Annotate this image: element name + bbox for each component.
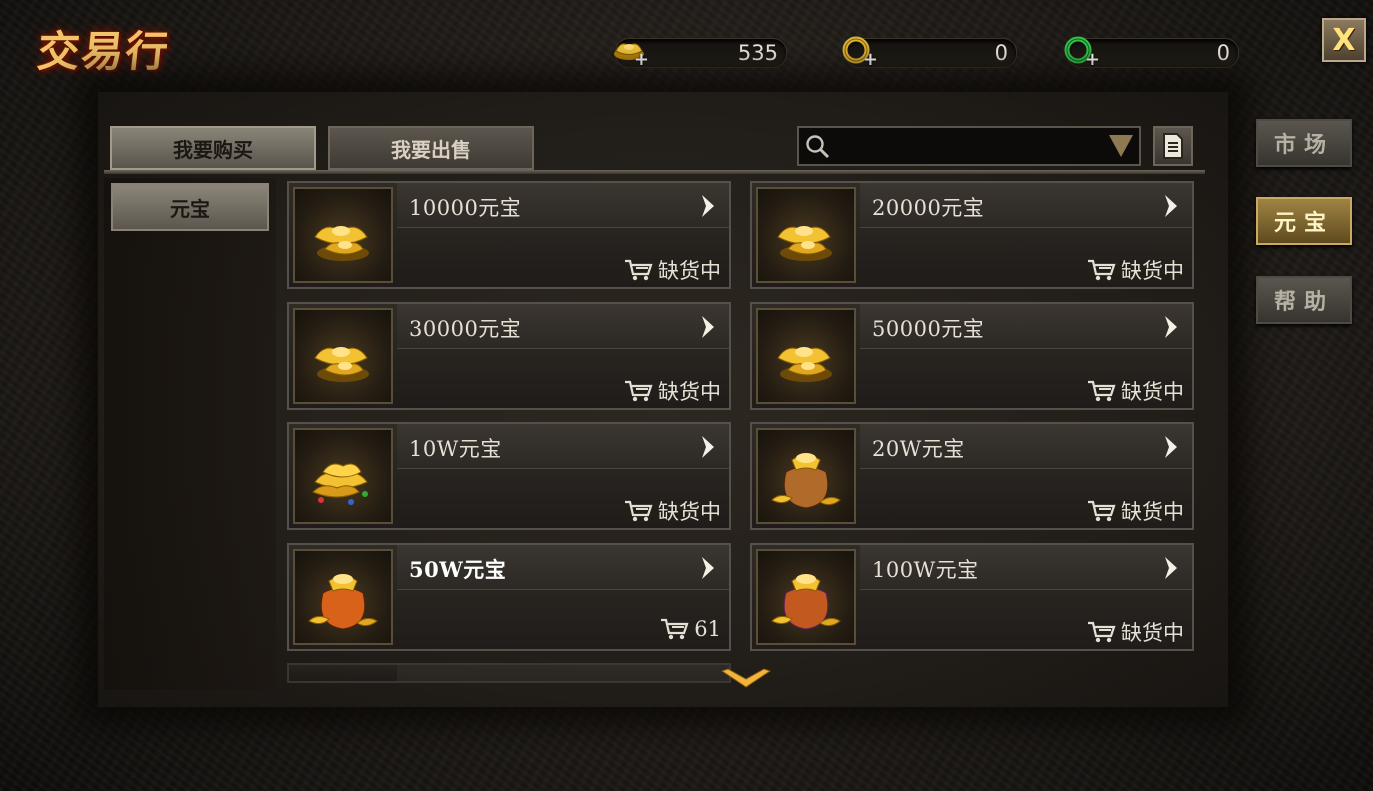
cart-icon [624, 258, 654, 282]
tab-sell[interactable]: 我要出售 [328, 126, 534, 170]
item-stock-label: 缺货中 [658, 379, 721, 404]
item-stock: 缺货中 [624, 376, 721, 406]
cart-icon [1087, 379, 1117, 403]
gold-ingot-pile-icon [301, 442, 385, 512]
item-stock: 缺货中 [1087, 496, 1184, 526]
item-stock-label: 缺货中 [1121, 620, 1184, 645]
item-icon-frame [756, 548, 856, 645]
side-nav-help[interactable]: 帮助 [1256, 276, 1352, 324]
chevron-right-icon[interactable] [1162, 314, 1180, 340]
item-stock-label: 缺货中 [658, 500, 721, 524]
list-item[interactable]: 50W元宝 61 [287, 542, 731, 651]
currency-value-green-coin: 0 [1216, 41, 1230, 65]
cart-icon [660, 617, 690, 641]
item-icon-frame [756, 307, 856, 404]
item-name: 20W元宝 [872, 437, 965, 461]
list-item[interactable]: 100W元宝缺货中 [750, 542, 1194, 651]
cart-icon [1087, 620, 1117, 644]
side-nav-market[interactable]: 市场 [1256, 119, 1352, 167]
record-list-button[interactable] [1153, 126, 1193, 166]
search-input[interactable] [797, 126, 1141, 166]
item-icon-frame [293, 187, 393, 283]
gold-ingots-icon [301, 322, 385, 392]
list-item[interactable]: 30000元宝缺货中 [287, 301, 731, 410]
item-icon-frame [756, 428, 856, 524]
item-icon-frame [293, 428, 393, 524]
dropdown-arrow-icon[interactable] [1109, 135, 1133, 157]
tab-buy[interactable]: 我要购买 [110, 126, 316, 170]
item-stock: 缺货中 [624, 496, 721, 526]
item-name: 30000元宝 [409, 316, 522, 341]
item-stock: 缺货中 [624, 255, 721, 285]
item-stock-label: 缺货中 [658, 259, 721, 283]
chevron-right-icon[interactable] [699, 193, 717, 219]
chevron-right-icon[interactable] [699, 314, 717, 340]
item-name: 10W元宝 [409, 437, 502, 461]
list-item[interactable]: 10W元宝缺货中 [287, 422, 731, 530]
item-icon-frame [293, 548, 393, 645]
item-name: 50000元宝 [872, 316, 985, 341]
tab-divider [104, 170, 1205, 174]
cart-icon [624, 379, 654, 403]
money-bag-icon [764, 442, 848, 516]
chevron-right-icon[interactable] [1162, 193, 1180, 219]
item-icon-frame [756, 187, 856, 283]
item-stock: 缺货中 [1087, 376, 1184, 406]
document-icon [1161, 132, 1185, 160]
item-stock: 缺货中 [1087, 255, 1184, 285]
chevron-right-icon[interactable] [1162, 555, 1180, 581]
cart-icon [1087, 499, 1117, 523]
gold-ingots-icon [764, 322, 848, 392]
item-icon-frame [293, 307, 393, 404]
category-sidebar [104, 178, 276, 690]
scroll-down-icon[interactable] [720, 667, 772, 691]
cart-icon [624, 499, 654, 523]
item-stock-label: 缺货中 [1121, 259, 1184, 283]
item-stock-label: 61 [694, 616, 721, 641]
item-name: 100W元宝 [872, 557, 979, 582]
add-gold-coin-icon[interactable]: + [842, 36, 878, 70]
page-title: 交易行 [35, 27, 173, 76]
chevron-right-icon[interactable] [1162, 434, 1180, 460]
list-item-partial [287, 663, 731, 683]
add-ingot-icon[interactable]: + [613, 36, 649, 70]
item-stock-label: 缺货中 [1121, 379, 1184, 404]
list-item[interactable]: 20000元宝缺货中 [750, 181, 1194, 289]
item-name: 20000元宝 [872, 196, 985, 220]
item-stock: 缺货中 [1087, 617, 1184, 647]
item-stock: 61 [660, 617, 721, 641]
currency-value-ingot: 535 [737, 41, 778, 65]
currency-value-gold-coin: 0 [994, 41, 1008, 65]
list-item[interactable]: 50000元宝缺货中 [750, 301, 1194, 410]
list-item[interactable]: 20W元宝缺货中 [750, 422, 1194, 530]
close-button[interactable]: X [1322, 18, 1366, 62]
category-ingot-button[interactable]: 元宝 [111, 183, 269, 231]
cart-icon [1087, 258, 1117, 282]
side-nav-ingot[interactable]: 元宝 [1256, 197, 1352, 245]
chevron-right-icon[interactable] [699, 555, 717, 581]
add-green-coin-icon[interactable]: + [1064, 36, 1100, 70]
search-icon [805, 134, 831, 160]
item-stock-label: 缺货中 [1121, 500, 1184, 524]
jeweled-bag-icon [764, 563, 848, 637]
item-name: 10000元宝 [409, 196, 522, 220]
list-item[interactable]: 10000元宝缺货中 [287, 181, 731, 289]
item-name: 50W元宝 [409, 556, 507, 582]
gold-ingots-icon [764, 201, 848, 271]
treasure-bag-icon [301, 563, 385, 637]
gold-ingots-icon [301, 201, 385, 271]
chevron-right-icon[interactable] [699, 434, 717, 460]
